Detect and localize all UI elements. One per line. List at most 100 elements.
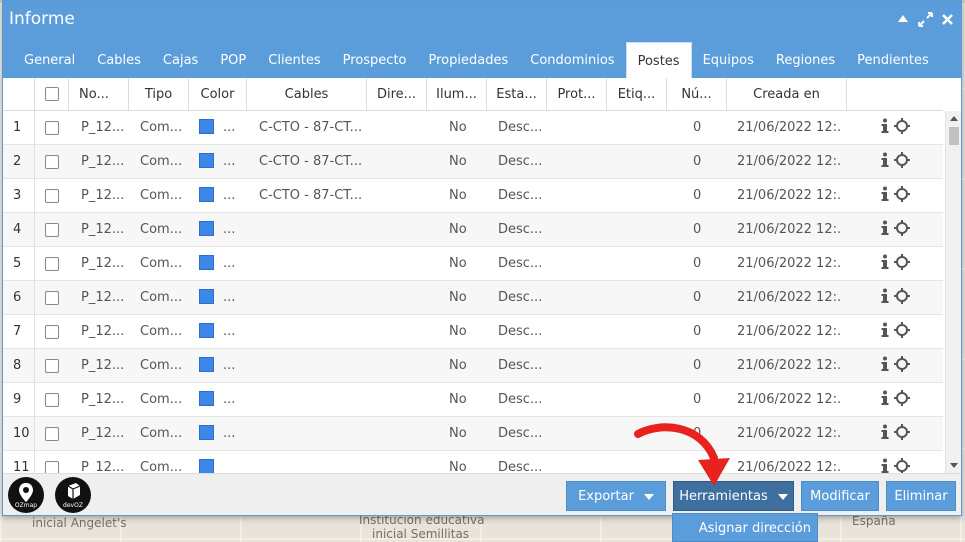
table-row[interactable]: 7 P_12... Com...... No Desc... 0 21/06/2022 12…: [3, 315, 943, 349]
table-row[interactable]: 6 P_12... Com...... No Desc... 0 21/06/2022 12…: [3, 281, 943, 315]
row-checkbox[interactable]: [45, 257, 59, 271]
tab-equipos[interactable]: Equipos: [692, 42, 765, 78]
cell-color-text: ...: [223, 120, 236, 135]
info-icon[interactable]: [881, 458, 889, 473]
collapse-up-icon[interactable]: [895, 11, 911, 27]
cell-tipo: Com...: [140, 222, 183, 237]
row-checkbox[interactable]: [45, 155, 59, 169]
locate-icon[interactable]: [894, 356, 910, 376]
expand-icon[interactable]: [917, 11, 933, 27]
cell-tipo: Com...: [140, 256, 183, 271]
locate-icon[interactable]: [894, 322, 910, 342]
locate-icon[interactable]: [894, 220, 910, 240]
cell-color-text: ...: [223, 392, 236, 407]
cell-creada-en: 21/06/2022 12:...: [737, 392, 841, 407]
tab-propiedades[interactable]: Propiedades: [418, 42, 520, 78]
scroll-down-icon[interactable]: [950, 463, 958, 468]
grid-body: 1 P_12... Com...... C-CTO - 87-CT... No Desc.…: [3, 111, 943, 473]
header-iluminacion[interactable]: Ilum...: [427, 78, 487, 111]
devoz-logo[interactable]: devOZ: [55, 477, 91, 513]
info-icon[interactable]: [881, 288, 889, 308]
tab-pendientes[interactable]: Pendientes: [846, 42, 940, 78]
cell-estado: Desc...: [498, 460, 543, 473]
header-estado[interactable]: Esta...: [487, 78, 547, 111]
table-row[interactable]: 10 P_12... Com...... No Desc... 0 21/06/2022 1…: [3, 417, 943, 451]
info-icon[interactable]: [881, 424, 889, 444]
cell-color-text: ...: [223, 426, 236, 441]
row-checkbox[interactable]: [45, 291, 59, 305]
row-checkbox[interactable]: [45, 325, 59, 339]
tab-condominios[interactable]: Condominios: [519, 42, 625, 78]
info-icon[interactable]: [881, 186, 889, 206]
row-checkbox[interactable]: [45, 223, 59, 237]
header-tipo[interactable]: Tipo: [129, 78, 189, 111]
select-all-checkbox[interactable]: [45, 87, 59, 101]
table-row[interactable]: 8 P_12... Com...... No Desc... 0 21/06/2022 12…: [3, 349, 943, 383]
row-checkbox[interactable]: [45, 393, 59, 407]
row-checkbox[interactable]: [45, 189, 59, 203]
row-actions: [881, 383, 910, 417]
locate-icon[interactable]: [894, 390, 910, 410]
tab-general[interactable]: General: [13, 42, 86, 78]
header-cables[interactable]: Cables: [247, 78, 367, 111]
tab-cables[interactable]: Cables: [86, 42, 152, 78]
color-swatch: [199, 289, 214, 304]
ozmap-logo[interactable]: OZmap: [8, 477, 44, 513]
header-numero[interactable]: Nú...: [667, 78, 727, 111]
header-direccion[interactable]: Dire...: [367, 78, 427, 111]
header-no[interactable]: No...: [69, 78, 129, 111]
scroll-thumb[interactable]: [949, 127, 959, 145]
row-checkbox[interactable]: [45, 359, 59, 373]
info-icon[interactable]: [881, 254, 889, 274]
table-row[interactable]: 1 P_12... Com...... C-CTO - 87-CT... No Desc.…: [3, 111, 943, 145]
asignar-direccion-menu-item[interactable]: Asignar dirección: [672, 513, 818, 542]
header-color[interactable]: Color: [189, 78, 247, 111]
info-icon[interactable]: [881, 152, 889, 172]
info-icon[interactable]: [881, 220, 889, 240]
modificar-button[interactable]: Modificar: [801, 481, 879, 511]
cell-iluminacion: No: [449, 426, 467, 441]
tab-regiones[interactable]: Regiones: [765, 42, 846, 78]
row-checkbox[interactable]: [45, 427, 59, 441]
cell-tipo: Com...: [140, 324, 183, 339]
locate-icon[interactable]: [894, 288, 910, 308]
table-row[interactable]: 2 P_12... Com...... C-CTO - 87-CT... No Desc.…: [3, 145, 943, 179]
tab-pop[interactable]: POP: [209, 42, 257, 78]
scroll-up-icon[interactable]: [950, 116, 958, 121]
cell-color-text: [223, 451, 243, 473]
table-row[interactable]: 5 P_12... Com...... No Desc... 0 21/06/2022 12…: [3, 247, 943, 281]
cell-creada-en: 21/06/2022 12:...: [737, 426, 841, 441]
locate-icon[interactable]: [894, 458, 910, 473]
info-icon[interactable]: [881, 390, 889, 410]
close-icon[interactable]: [939, 11, 955, 27]
table-row[interactable]: 4 P_12... Com...... No Desc... 0 21/06/2022 12…: [3, 213, 943, 247]
info-icon[interactable]: [881, 118, 889, 138]
table-row[interactable]: 11 P_12... Com... No Desc... 21/06/2022 12:..…: [3, 451, 943, 473]
row-checkbox[interactable]: [45, 121, 59, 135]
table-row[interactable]: 3 P_12... Com...... C-CTO - 87-CT... No Desc.…: [3, 179, 943, 213]
tab-postes[interactable]: Postes: [625, 42, 692, 78]
locate-icon[interactable]: [894, 152, 910, 172]
eliminar-button[interactable]: Eliminar: [886, 481, 956, 511]
table-row[interactable]: 9 P_12... Com...... No Desc... 0 21/06/2022 12…: [3, 383, 943, 417]
row-checkbox[interactable]: [45, 461, 59, 473]
cell-no: P_12...: [81, 120, 125, 135]
info-icon[interactable]: [881, 322, 889, 342]
locate-icon[interactable]: [894, 186, 910, 206]
grid-scrollbar[interactable]: [945, 111, 961, 473]
header-creada-en[interactable]: Creada en: [727, 78, 847, 111]
locate-icon[interactable]: [894, 118, 910, 138]
info-icon[interactable]: [881, 356, 889, 376]
locate-icon[interactable]: [894, 424, 910, 444]
row-number: 5: [3, 247, 35, 281]
tab-clientes[interactable]: Clientes: [257, 42, 331, 78]
tab-prospecto[interactable]: Prospecto: [332, 42, 418, 78]
locate-icon[interactable]: [894, 254, 910, 274]
header-etiqueta[interactable]: Etiq...: [607, 78, 667, 111]
window-titlebar[interactable]: Informe: [3, 1, 961, 38]
header-proteccion[interactable]: Prot...: [547, 78, 607, 111]
color-swatch: [199, 255, 214, 270]
header-select-all[interactable]: [35, 78, 69, 111]
tab-cajas[interactable]: Cajas: [152, 42, 209, 78]
cell-cables: [259, 349, 363, 383]
